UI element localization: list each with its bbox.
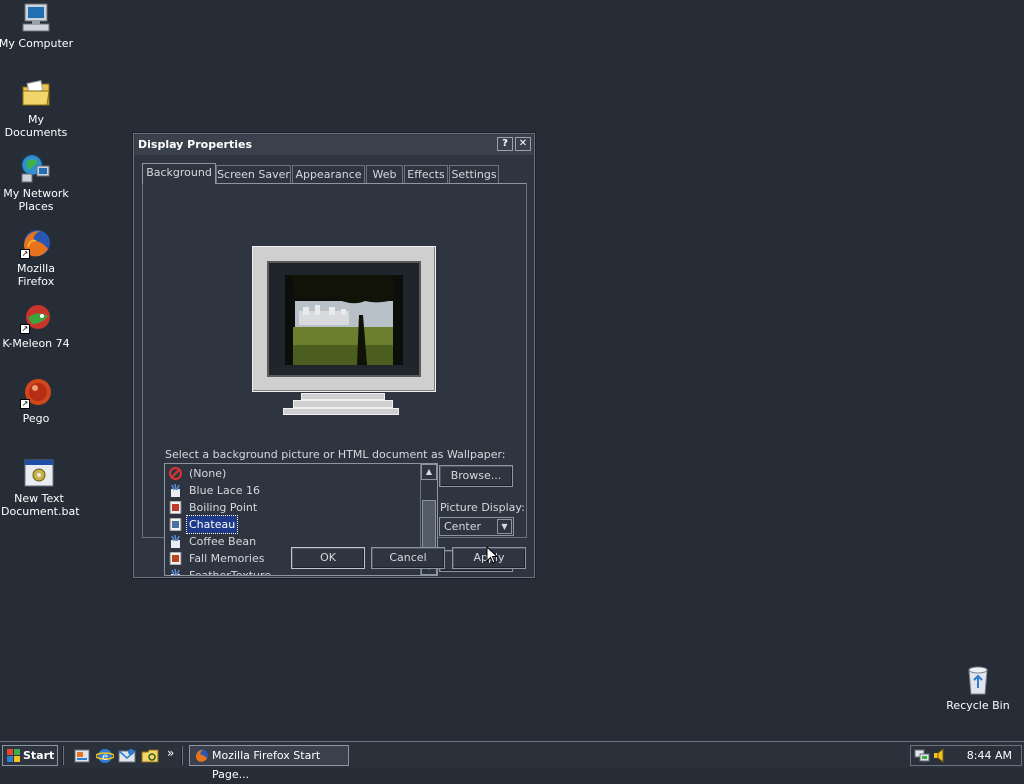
monitor-stand-base [293, 400, 393, 408]
list-item-label: Coffee Bean [189, 535, 257, 548]
list-item[interactable]: Boiling Point [169, 499, 409, 516]
desktop-icon-label: My Network Places [3, 187, 69, 213]
monitor-screen [267, 261, 421, 377]
bitmap-icon [169, 552, 182, 565]
recycle-bin-icon [962, 664, 994, 696]
list-item-label: Boiling Point [189, 501, 258, 514]
quick-launch-chevron-icon[interactable]: » [167, 746, 174, 760]
mouse-cursor-icon [486, 546, 498, 564]
network-tray-icon[interactable] [914, 748, 930, 763]
help-button[interactable]: ? [497, 137, 513, 151]
volume-tray-icon[interactable] [932, 748, 948, 763]
start-label: Start [23, 749, 55, 762]
monitor-preview [252, 246, 436, 392]
cancel-button[interactable]: Cancel [371, 547, 445, 569]
taskbar-separator [62, 746, 64, 765]
paint-icon [171, 535, 180, 548]
shortcut-arrow-icon: ↗ [20, 324, 30, 334]
dialog-title: Display Properties [138, 138, 253, 151]
close-button[interactable]: ✕ [515, 137, 531, 151]
k-meleon-icon: ↗ [20, 302, 52, 334]
ok-button[interactable]: OK [291, 547, 365, 569]
start-button[interactable]: Start [2, 745, 58, 766]
tab-settings[interactable]: Settings [449, 165, 499, 183]
computer-icon [20, 2, 52, 34]
picture-display-select[interactable]: Center ▼ [439, 517, 514, 536]
desktop-icon-my-documents[interactable]: My Documents [0, 78, 74, 139]
dialog-titlebar[interactable]: Display Properties ? ✕ [135, 135, 533, 155]
paint-icon [171, 484, 180, 497]
background-tab-panel: Select a background picture or HTML docu… [142, 183, 527, 576]
monitor-stand [301, 393, 385, 400]
firefox-icon: ↗ [20, 227, 52, 259]
show-desktop-icon[interactable] [73, 747, 91, 765]
outlook-express-icon[interactable] [118, 747, 136, 765]
desktop-icon-firefox[interactable]: ↗ Mozilla Firefox [0, 227, 74, 288]
taskbar-separator [181, 746, 183, 765]
list-item-label: Chateau [185, 515, 239, 534]
pego-icon: ↗ [20, 377, 52, 409]
network-icon [20, 152, 52, 184]
chevron-down-icon[interactable]: ▼ [497, 519, 512, 534]
svg-text:e: e [102, 752, 108, 763]
picture-display-label: Picture Display: [440, 501, 525, 514]
list-item-label: FeatherTexture [189, 569, 272, 576]
taskbar-task-firefox[interactable]: Mozilla Firefox Start Page... [189, 745, 349, 781]
tab-appearance[interactable]: Appearance [292, 165, 365, 183]
bitmap-icon [169, 518, 182, 531]
desktop-icon-label: K-Meleon 74 [2, 337, 70, 350]
tab-effects[interactable]: Effects [404, 165, 448, 183]
shortcut-arrow-icon: ↗ [20, 399, 30, 409]
picture-display-value: Center [444, 520, 482, 533]
firefox-icon [195, 749, 209, 762]
bitmap-icon [169, 501, 182, 514]
list-item[interactable]: (None) [169, 465, 409, 482]
list-item[interactable]: Blue Lace 16 [169, 482, 409, 499]
desktop-icon-label: Mozilla Firefox [17, 262, 55, 288]
folder-icon [20, 78, 52, 110]
list-item-label: Blue Lace 16 [189, 484, 261, 497]
desktop-icon-pego[interactable]: ↗ Pego [0, 377, 74, 425]
none-icon [169, 467, 182, 480]
wallpaper-caption: Select a background picture or HTML docu… [165, 448, 506, 461]
windows-logo-icon [7, 749, 20, 762]
shortcut-arrow-icon: ↗ [20, 249, 30, 259]
desktop-icon-batch-file[interactable]: New Text Document.bat [1, 457, 80, 518]
list-item[interactable]: Chateau [169, 515, 409, 534]
scroll-up-arrow-icon[interactable]: ▲ [421, 464, 437, 480]
paint-icon [171, 569, 180, 575]
desktop-icon-label: New Text Document.bat [1, 492, 80, 518]
desktop-icon-k-meleon[interactable]: ↗ K-Meleon 74 [0, 302, 74, 350]
explorer-icon[interactable] [141, 747, 159, 765]
desktop-icon-recycle-bin[interactable]: Recycle Bin [940, 664, 1016, 712]
list-item-label: (None) [189, 467, 227, 480]
task-label: Mozilla Firefox Start Page... [212, 749, 321, 781]
wallpaper-preview-image [285, 275, 403, 365]
tab-screen-saver[interactable]: Screen Saver [216, 165, 291, 183]
desktop-icon-label: Pego [22, 412, 50, 425]
list-item-label: Fall Memories [189, 552, 265, 565]
desktop-icon-my-computer[interactable]: My Computer [0, 2, 74, 50]
taskbar: Start e » Mozilla Firefox Start Page... … [0, 741, 1024, 781]
desktop-icon-label: My Computer [0, 37, 74, 50]
tab-web[interactable]: Web [366, 165, 403, 183]
taskbar-clock[interactable]: 8:44 AM [967, 746, 1012, 765]
browse-button[interactable]: Browse... [439, 465, 513, 487]
tab-background[interactable]: Background [142, 163, 216, 184]
ie-icon[interactable]: e [96, 747, 114, 765]
desktop-icon-label: Recycle Bin [946, 699, 1010, 712]
desktop-icon-network-places[interactable]: My Network Places [0, 152, 74, 213]
monitor-stand-foot [283, 408, 399, 415]
desktop-icon-label: My Documents [4, 113, 68, 139]
display-properties-dialog: Display Properties ? ✕ Background Screen… [133, 133, 535, 578]
batch-file-icon [23, 457, 55, 489]
system-tray: 8:44 AM [910, 745, 1022, 766]
